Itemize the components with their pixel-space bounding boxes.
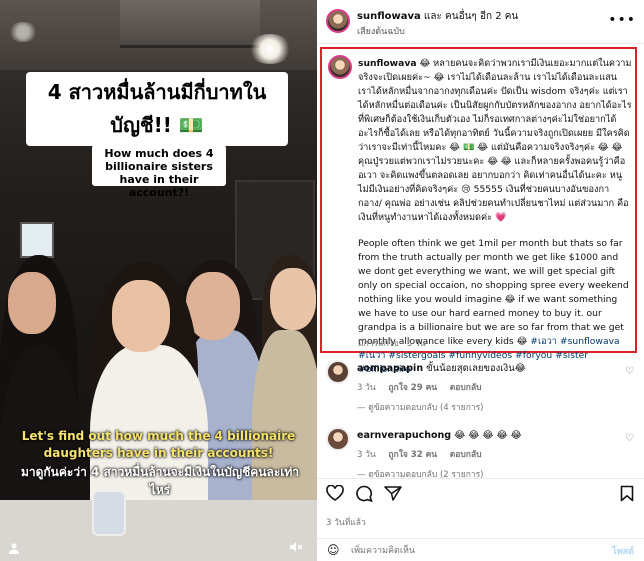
avatar[interactable] — [326, 427, 350, 451]
comment-body: earnverapuchong 😂 😂 😂 😂 😂 — [357, 429, 619, 442]
comment-likes[interactable]: ถูกใจ 29 คน — [388, 383, 437, 393]
comment-meta: 3 วัน ถูกใจ 32 คน ตอบกลับ — [357, 447, 482, 461]
background-window — [20, 222, 54, 258]
header-collab-text[interactable]: และ คนอื่นๆ อีก 2 คน — [424, 11, 518, 22]
post-side-panel: sunflowava และ คนอื่นๆ อีก 2 คน เสียงต้น… — [317, 0, 644, 561]
view-replies-button[interactable]: — ดูข้อความตอบกลับ (4 รายการ) — [357, 400, 484, 414]
avatar[interactable] — [328, 55, 352, 79]
speaker-muted-icon[interactable] — [289, 541, 303, 557]
video-caption-english: Let's find out how much the 4 billionair… — [21, 429, 296, 460]
header-username[interactable]: sunflowava — [357, 11, 421, 22]
bookmark-icon[interactable] — [620, 485, 634, 507]
comment-like-heart-icon[interactable]: ♡ — [625, 366, 634, 377]
original-audio-link[interactable]: เสียงต้นฉบับ — [357, 24, 405, 38]
more-options-button[interactable]: ••• — [608, 12, 636, 28]
comment-like-heart-icon[interactable]: ♡ — [625, 433, 634, 444]
comment-text: 😂 😂 😂 😂 😂 — [454, 430, 522, 441]
avatar[interactable] — [326, 360, 350, 384]
video-title-overlay: 4 สาวหมื่นล้านมีกี่บาทใน บัญชี!! 💵 — [26, 72, 288, 146]
ceiling-light — [248, 34, 292, 64]
video-player[interactable]: 4 สาวหมื่นล้านมีกี่บาทใน บัญชี!! 💵 How m… — [0, 0, 317, 561]
comment-reply-button[interactable]: ตอบกลับ — [450, 383, 482, 393]
caption-english-text: People often think we get 1mil per month… — [358, 238, 629, 347]
comment-likes[interactable]: ถูกใจ 32 คน — [388, 450, 437, 460]
video-caption-thai: มาดูกันค่ะว่า 4 สาวหมื่นล้านจะมีเงินในบั… — [20, 465, 300, 497]
avatar[interactable] — [326, 9, 350, 33]
person-face — [112, 280, 170, 352]
user-icon[interactable] — [8, 542, 20, 558]
post-comment-button[interactable]: โพสต์ — [612, 544, 634, 558]
caption-highlight-box: sunflowava 😂 หลายคนจะคิดว่าพวกเรามีเงินเ… — [320, 47, 637, 375]
caption-text: sunflowava 😂 หลายคนจะคิดว่าพวกเรามีเงินเ… — [358, 57, 632, 377]
comment-time: 3 วัน — [357, 383, 376, 393]
instagram-post-view: 4 สาวหมื่นล้านมีกี่บาทใน บัญชี!! 💵 How m… — [0, 0, 644, 561]
comment-icon[interactable] — [355, 485, 373, 507]
comment-input[interactable] — [351, 543, 591, 558]
caption-thai: 😂 หลายคนจะคิดว่าพวกเรามีเงินเยอะมากแต่ใน… — [358, 58, 632, 223]
person-face — [8, 272, 56, 334]
post-date: 3 วันที่แล้ว — [326, 518, 366, 528]
range-hood — [120, 0, 260, 48]
share-icon[interactable] — [384, 485, 402, 507]
comment-body: aompapapin ขั้นน้อยสุดเลยของเงิน😂 — [357, 362, 619, 375]
post-header: sunflowava และ คนอื่นๆ อีก 2 คน เสียงต้น… — [317, 0, 644, 44]
edited-meta: มีการแก้ไข · 5 วัน — [358, 339, 426, 349]
header-author: sunflowava และ คนอื่นๆ อีก 2 คน — [357, 9, 518, 24]
caption-username[interactable]: sunflowava — [358, 58, 417, 69]
emoji-icon[interactable]: ☺ — [327, 543, 340, 557]
kitchen-counter — [0, 500, 317, 561]
ceiling-light — [8, 22, 38, 42]
comment-time: 3 วัน — [357, 450, 376, 460]
comment-reply-button[interactable]: ตอบกลับ — [450, 450, 482, 460]
comment-text: ขั้นน้อยสุดเลยของเงิน😂 — [426, 363, 526, 374]
comment-username[interactable]: aompapapin — [357, 363, 423, 374]
comment-meta: 3 วัน ถูกใจ 29 คน ตอบกลับ — [357, 380, 482, 394]
caption-english: People often think we get 1mil per month… — [358, 237, 632, 377]
post-actions-bar: 3 วันที่แล้ว — [317, 478, 644, 538]
comment-username[interactable]: earnverapuchong — [357, 430, 451, 441]
add-comment-bar: ☺ โพสต์ — [317, 538, 644, 561]
video-subtitle-overlay: How much does 4 billionaire sisters have… — [92, 145, 226, 199]
person-face — [270, 268, 316, 330]
heart-icon[interactable] — [326, 484, 344, 506]
